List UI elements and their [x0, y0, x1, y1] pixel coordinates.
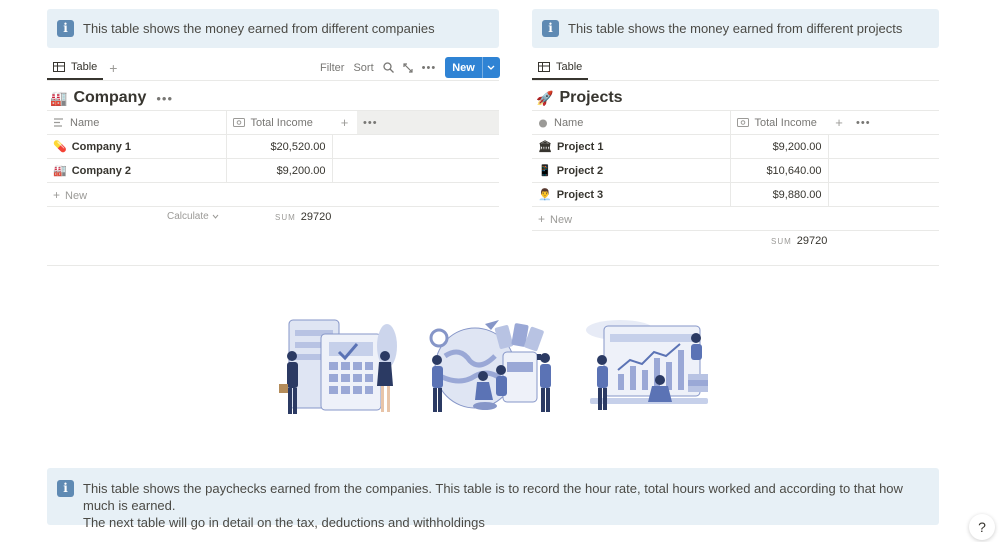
column-header-total-income[interactable]: Total Income [730, 110, 828, 135]
page-title[interactable]: Projects [559, 89, 622, 107]
table-row[interactable]: 🏛 Project 1 $9,200.00 [532, 134, 939, 159]
chevron-down-icon [212, 214, 219, 219]
row-name-cell[interactable]: 👨‍💼 Project 3 [532, 182, 731, 207]
empty-cell [828, 182, 939, 207]
table-row[interactable]: 📱 Project 2 $10,640.00 [532, 158, 939, 183]
callout-text-block: This table shows the paychecks earned fr… [83, 480, 929, 531]
empty-cell [828, 134, 939, 159]
sum-label: SUM [275, 212, 296, 222]
plus-icon: + [538, 211, 546, 226]
column-header-name[interactable]: Name [532, 110, 731, 135]
sum-value: 29720 [300, 211, 332, 223]
empty-cell [332, 134, 499, 159]
info-icon: i [57, 20, 74, 37]
new-row[interactable]: + New [47, 182, 499, 207]
callout-projects: i This table shows the money earned from… [532, 9, 939, 48]
empty-cell [828, 158, 939, 183]
table-row[interactable]: 💊 Company 1 $20,520.00 [47, 134, 499, 159]
add-column-icon[interactable]: + [332, 110, 357, 135]
growth-chart-scene [586, 320, 708, 410]
tab-label: Table [71, 60, 98, 73]
table-row[interactable]: 🏭 Company 2 $9,200.00 [47, 158, 499, 183]
new-row-label: New [550, 213, 573, 226]
currency-property-icon [232, 118, 245, 127]
column-header-total-income[interactable]: Total Income [226, 110, 332, 135]
factory-icon: 🏭 [53, 165, 67, 177]
page-title[interactable]: Company [73, 89, 146, 107]
plus-icon: + [53, 187, 61, 202]
filter-button[interactable]: Filter [320, 62, 344, 74]
row-name-cell[interactable]: 📱 Project 2 [532, 158, 731, 183]
table-row[interactable]: 👨‍💼 Project 3 $9,880.00 [532, 182, 939, 207]
bank-icon: 🏛 [538, 141, 552, 153]
tab-table[interactable]: Table [47, 55, 104, 80]
tab-table[interactable]: Table [532, 55, 589, 80]
rocket-icon: 🚀 [536, 89, 554, 106]
tab-label: Table [556, 60, 583, 73]
info-icon: i [57, 480, 74, 497]
database-title-company: 🏭 Company ••• [50, 88, 173, 108]
sum-label: SUM [771, 236, 792, 246]
pill-icon: 💊 [53, 141, 67, 153]
global-payments-scene [429, 320, 551, 412]
factory-icon: 🏭 [50, 89, 68, 106]
add-column-icon[interactable]: + [828, 110, 850, 135]
currency-property-icon [736, 118, 749, 127]
new-button-label: New [452, 61, 475, 74]
callout-text: This table shows the money earned from d… [568, 21, 903, 36]
calculate-button[interactable]: Calculate [167, 211, 219, 222]
row-income-cell[interactable]: $10,640.00 [730, 158, 829, 183]
sum-value: 29720 [796, 235, 828, 247]
section-divider [47, 265, 939, 266]
calculator-scene [279, 319, 397, 414]
more-columns-icon[interactable]: ••• [850, 110, 939, 135]
row-income-cell[interactable]: $9,200.00 [226, 158, 333, 183]
toolbar-company: Filter Sort ••• New [311, 57, 500, 78]
company-table: Name Total Income + ••• 💊 Company 1 $20,5… [47, 110, 499, 207]
database-title-projects: 🚀 Projects [536, 88, 623, 108]
info-icon: i [542, 20, 559, 37]
row-income-cell[interactable]: $20,520.00 [226, 134, 333, 159]
finance-illustration [279, 319, 708, 414]
row-income-cell[interactable]: $9,880.00 [730, 182, 829, 207]
help-button[interactable]: ? [969, 514, 995, 540]
add-view-icon[interactable]: + [109, 60, 117, 76]
new-button[interactable]: New [445, 57, 500, 78]
row-income-cell[interactable]: $9,200.00 [730, 134, 829, 159]
more-options-icon[interactable]: ••• [422, 62, 437, 74]
row-name-cell[interactable]: 🏛 Project 1 [532, 134, 731, 159]
projects-table: Name Total Income + ••• 🏛 Project 1 $9,20… [532, 110, 939, 231]
table-icon [538, 61, 550, 72]
table-header: Name Total Income + ••• [532, 110, 939, 135]
new-row[interactable]: + New [532, 206, 939, 231]
row-name-cell[interactable]: 🏭 Company 2 [47, 158, 227, 183]
phone-icon: 📱 [538, 165, 552, 177]
new-row-label: New [65, 189, 88, 202]
more-options-icon[interactable]: ••• [156, 91, 173, 106]
callout-text-line: The next table will go in detail on the … [83, 515, 485, 530]
callout-text-line: This table shows the paychecks earned fr… [83, 481, 903, 513]
sum-summary[interactable]: SUM 29720 [275, 211, 331, 223]
apple-icon [539, 119, 547, 127]
callout-companies: i This table shows the money earned from… [47, 9, 499, 48]
more-columns-icon[interactable]: ••• [357, 110, 499, 135]
sum-summary[interactable]: SUM 29720 [771, 235, 827, 247]
expand-icon[interactable] [403, 62, 413, 73]
chevron-down-icon[interactable] [481, 57, 500, 78]
callout-paychecks: i This table shows the paychecks earned … [47, 468, 939, 530]
table-icon [53, 61, 65, 72]
row-name-cell[interactable]: 💊 Company 1 [47, 134, 227, 159]
view-tabs-projects: Table [532, 55, 939, 81]
column-header-name[interactable]: Name [47, 110, 227, 135]
callout-text: This table shows the money earned from d… [83, 21, 435, 36]
text-property-icon [54, 118, 63, 127]
search-icon[interactable] [382, 62, 394, 73]
office-worker-icon: 👨‍💼 [538, 189, 552, 201]
empty-cell [332, 158, 499, 183]
table-header: Name Total Income + ••• [47, 110, 499, 135]
sort-button[interactable]: Sort [353, 62, 373, 74]
